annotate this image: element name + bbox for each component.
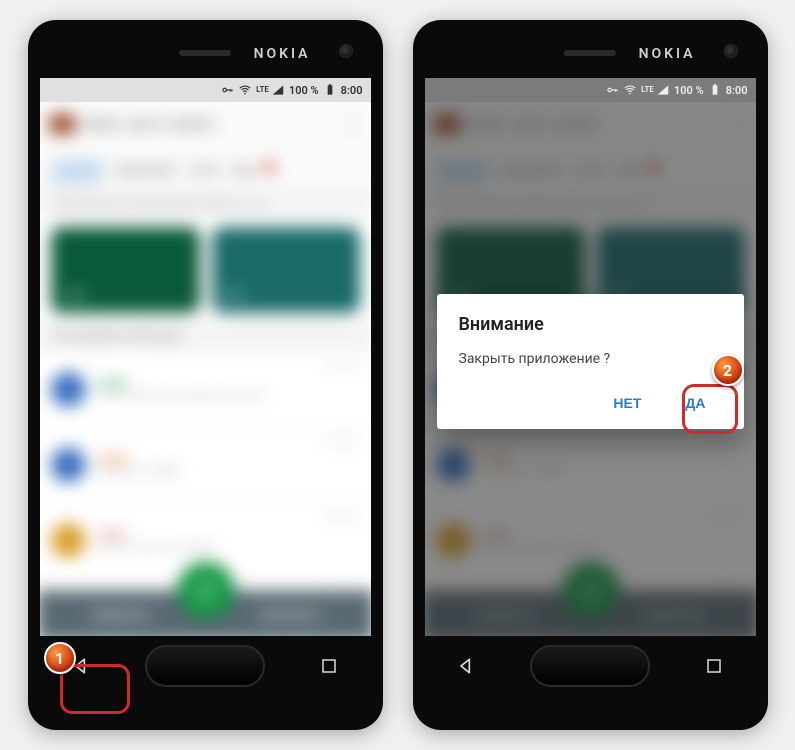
network-type: LTE bbox=[256, 86, 269, 94]
recents-button[interactable] bbox=[311, 648, 347, 684]
list-item[interactable]: +0,00 Пополнение через обменный пункт 22… bbox=[40, 352, 371, 427]
tx-desc: Пополнение через обменный пункт bbox=[95, 390, 313, 401]
tx-desc: Перевод от WMID bbox=[95, 466, 313, 477]
front-camera bbox=[339, 44, 353, 58]
confirm-dialog: Внимание Закрыть приложение ? НЕТ ДА bbox=[437, 294, 744, 429]
vpn-key-icon bbox=[220, 83, 234, 97]
earpiece bbox=[564, 50, 616, 56]
battery-icon bbox=[323, 83, 337, 97]
phone-screen: LTE 100 % 8:00 WMID: 305011408037 ⋮ ГЛАВ… bbox=[40, 78, 371, 636]
tx-amount: +4,00 bbox=[95, 452, 313, 466]
bottom-left-label[interactable]: ПЕРЕВЕСТИ bbox=[91, 610, 148, 621]
cards-row: 1,00 0,01 bbox=[40, 219, 371, 321]
card-item[interactable]: 1,00 bbox=[50, 227, 198, 313]
overflow-menu-icon[interactable]: ⋮ bbox=[343, 113, 361, 134]
dialog-actions: НЕТ ДА bbox=[459, 385, 722, 421]
phone-right: NOKIA LTE 100 % 8:00 WMID: 305011408037 … bbox=[413, 20, 768, 730]
tx-date: 22.01.29 bbox=[324, 513, 360, 523]
tab-wallets[interactable]: КОШЕЛЬКИ bbox=[113, 163, 175, 176]
front-camera bbox=[724, 44, 738, 58]
notification-dot-icon bbox=[263, 162, 273, 172]
marker-2-label: 2 bbox=[723, 361, 732, 380]
earpiece bbox=[179, 50, 231, 56]
dialog-no-button[interactable]: НЕТ bbox=[597, 385, 657, 421]
dialog-message: Закрыть приложение ? bbox=[459, 351, 722, 367]
brand-logo: NOKIA bbox=[254, 46, 311, 62]
home-button[interactable] bbox=[145, 645, 265, 687]
tx-amount: -0,15 bbox=[95, 527, 313, 541]
tab-more[interactable]: ЕЩЕ bbox=[231, 163, 255, 176]
brand-logo: NOKIA bbox=[639, 46, 696, 62]
wm-logo-icon bbox=[48, 114, 75, 134]
signal-icon bbox=[656, 83, 670, 97]
tx-date: 22.01.29 bbox=[324, 437, 360, 447]
tab-chats[interactable]: ЧАТЫ bbox=[187, 163, 218, 176]
phone-top-bezel: NOKIA bbox=[40, 30, 371, 78]
dialog-title: Внимание bbox=[459, 314, 722, 335]
tx-amount: +0,00 bbox=[95, 376, 313, 390]
recents-button[interactable] bbox=[696, 648, 732, 684]
marker-1-label: 1 bbox=[55, 649, 64, 668]
card-balance: 0,01 bbox=[221, 288, 349, 302]
tx-desc: Оплата в пользу сервиса bbox=[95, 541, 313, 552]
status-time: 8:00 bbox=[726, 84, 748, 97]
card-item[interactable]: 0,01 bbox=[211, 227, 359, 313]
tx-icon bbox=[50, 523, 85, 558]
battery-pct: 100 % bbox=[289, 84, 319, 97]
signal-icon bbox=[271, 83, 285, 97]
status-time: 8:00 bbox=[341, 84, 363, 97]
wifi-icon bbox=[623, 83, 637, 97]
battery-pct: 100 % bbox=[674, 84, 704, 97]
promo-banner: Универсальные банковские карты от т.д. bbox=[40, 188, 371, 219]
phone-top-bezel: NOKIA bbox=[425, 30, 756, 78]
step-marker-1: 1 bbox=[44, 642, 76, 674]
bottom-right-label[interactable]: ЗАПРОСИТЬ bbox=[259, 610, 319, 621]
card-balance: 1,00 bbox=[61, 288, 189, 302]
home-button[interactable] bbox=[530, 645, 650, 687]
tx-date: 22.01.29 bbox=[324, 362, 360, 372]
status-bar: LTE 100 % 8:00 bbox=[425, 78, 756, 102]
phone-left: NOKIA LTE 100 % 8:00 WMID: 305011408037 … bbox=[28, 20, 383, 730]
app-header: WMID: 305011408037 ⋮ bbox=[40, 97, 371, 152]
vpn-key-icon bbox=[605, 83, 619, 97]
wmid-label: WMID: 305011408037 bbox=[83, 117, 216, 131]
tx-icon bbox=[50, 372, 85, 407]
dialog-yes-button[interactable]: ДА bbox=[669, 385, 721, 421]
phone-screen: LTE 100 % 8:00 WMID: 305011408037 ⋮ ГЛАВ… bbox=[425, 78, 756, 636]
fab-button[interactable] bbox=[176, 562, 233, 619]
recent-ops-title: ПОСЛЕДНИЕ ОПЕРАЦИИ bbox=[40, 321, 371, 352]
tab-main[interactable]: ГЛАВНАЯ bbox=[50, 160, 101, 180]
wifi-icon bbox=[238, 83, 252, 97]
network-type: LTE bbox=[641, 86, 654, 94]
battery-icon bbox=[708, 83, 722, 97]
status-bar: LTE 100 % 8:00 bbox=[40, 78, 371, 102]
step-marker-2: 2 bbox=[712, 354, 744, 386]
transfer-icon bbox=[194, 579, 216, 601]
list-item[interactable]: +4,00 Перевод от WMID 22.01.29 bbox=[40, 427, 371, 502]
tx-icon bbox=[50, 447, 85, 482]
app-content-blurred: WMID: 305011408037 ⋮ ГЛАВНАЯ КОШЕЛЬКИ ЧА… bbox=[40, 97, 371, 636]
android-nav-bar bbox=[425, 636, 756, 696]
android-nav-bar bbox=[40, 636, 371, 696]
back-button[interactable] bbox=[448, 648, 484, 684]
tab-bar: ГЛАВНАЯ КОШЕЛЬКИ ЧАТЫ ЕЩЕ bbox=[40, 152, 371, 189]
